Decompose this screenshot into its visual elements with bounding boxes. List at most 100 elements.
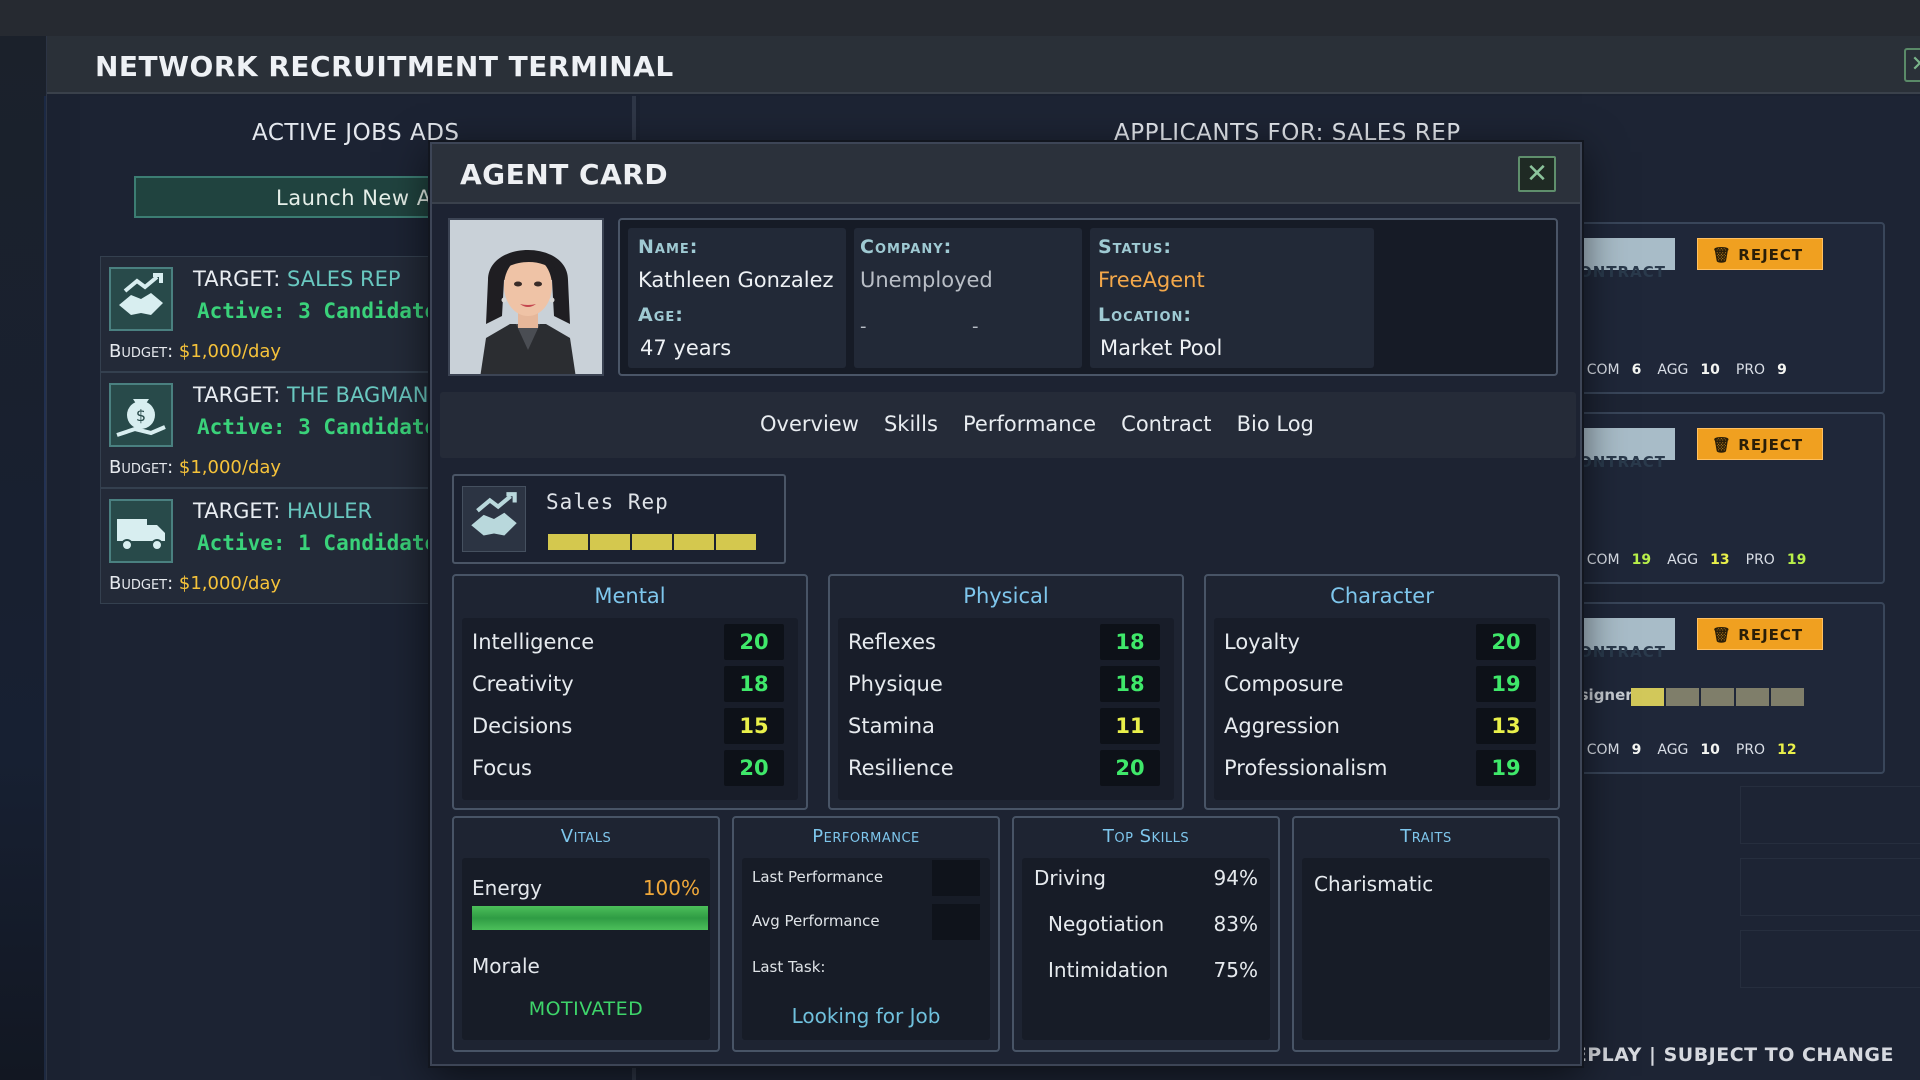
launch-new-ad-button[interactable]: Launch New Ad <box>134 176 474 218</box>
attribute-row: Aggression 13 <box>1214 706 1550 748</box>
attribute-name: Focus <box>472 756 532 780</box>
attribute-value: 13 <box>1476 708 1536 744</box>
attribute-name: Aggression <box>1224 714 1340 738</box>
traits-content: Charismatic <box>1302 858 1550 1040</box>
company-detail-a: - <box>860 316 867 337</box>
status-label: Status: <box>1098 236 1172 258</box>
character-title: Character <box>1330 584 1434 608</box>
attribute-row: Professionalism 19 <box>1214 748 1550 790</box>
agent-card-modal: AGENT CARD ✕ Name: Kathleen Gonzalez Age… <box>430 142 1582 1066</box>
applicant-card[interactable]: R CONTRACT 🗑 REJECT Designer 3COM9AGG10P… <box>1555 602 1885 774</box>
energy-bar-fill <box>472 906 708 930</box>
attribute-row: Intelligence 20 <box>462 622 798 664</box>
terminal-title: NETWORK RECRUITMENT TERMINAL <box>95 50 674 83</box>
attribute-row: Decisions 15 <box>462 706 798 748</box>
attribute-name: Loyalty <box>1224 630 1300 654</box>
agent-name: Kathleen Gonzalez <box>638 268 834 292</box>
reject-button[interactable]: 🗑 REJECT <box>1697 428 1823 460</box>
physical-panel: Physical Reflexes 18 Physique 18 Stamina 11… <box>828 574 1184 810</box>
attribute-value: 15 <box>724 708 784 744</box>
reject-button[interactable]: 🗑 REJECT <box>1697 238 1823 270</box>
trash-icon: 🗑 <box>1712 436 1733 454</box>
morale-label: Morale <box>472 954 540 978</box>
job-active-count: Active: 3 Candidates <box>197 299 450 323</box>
physical-title: Physical <box>963 584 1049 608</box>
job-active-count: Active: 3 Candidates <box>197 415 450 439</box>
age-label: Age: <box>638 304 684 326</box>
close-icon[interactable]: ✕ <box>1518 156 1556 192</box>
skill-name: Driving <box>1034 866 1106 890</box>
handshake-icon <box>109 267 173 331</box>
terminal-header: NETWORK RECRUITMENT TERMINAL ✕ <box>47 36 1920 94</box>
truck-icon <box>109 499 173 563</box>
attribute-name: Creativity <box>472 672 574 696</box>
agent-location: Market Pool <box>1100 336 1223 360</box>
job-active-count: Active: 1 Candidates <box>197 531 450 555</box>
physical-list: Reflexes 18 Physique 18 Stamina 11 Resilien… <box>838 618 1174 800</box>
attribute-name: Composure <box>1224 672 1344 696</box>
attribute-row: Stamina 11 <box>838 706 1174 748</box>
attribute-row: Composure 19 <box>1214 664 1550 706</box>
agent-age: 47 years <box>640 336 732 360</box>
job-target: TARGET: SALES REP <box>193 267 401 291</box>
attribute-row: Focus 20 <box>462 748 798 790</box>
applicant-stats: 3COM9AGG10PRO12 <box>1561 742 1797 758</box>
energy-percent: 100% <box>642 876 700 900</box>
applicant-stats: 0COM19AGG13PRO19 <box>1561 552 1807 568</box>
tab-performance[interactable]: Performance <box>963 412 1096 436</box>
attribute-row: Physique 18 <box>838 664 1174 706</box>
tab-contract[interactable]: Contract <box>1121 412 1211 436</box>
skill-name: Intimidation <box>1048 958 1169 982</box>
name-age-cell: Name: Kathleen Gonzalez Age: 47 years <box>628 228 846 368</box>
tab-bio-log[interactable]: Bio Log <box>1237 412 1314 436</box>
attribute-name: Decisions <box>472 714 573 738</box>
skill-percent: 83% <box>1213 912 1258 936</box>
tab-skills[interactable]: Skills <box>884 412 938 436</box>
applicant-card[interactable]: R CONTRACT 🗑 REJECT 0COM19AGG13PRO19 <box>1555 412 1885 584</box>
terminal-close-icon[interactable]: ✕ <box>1904 48 1920 82</box>
attribute-name: Intelligence <box>472 630 595 654</box>
vitals-content: Energy 100% Morale MOTIVATED <box>462 858 710 1040</box>
tab-overview[interactable]: Overview <box>760 412 859 436</box>
skill-row: Intimidation 75% <box>1034 958 1258 982</box>
attribute-value: 20 <box>1100 750 1160 786</box>
last-performance-value <box>932 860 980 896</box>
status-cell: Status: FreeAgent Location: Market Pool <box>1090 228 1374 368</box>
agent-info: Name: Kathleen Gonzalez Age: 47 years Co… <box>618 218 1558 376</box>
skill-name: Negotiation <box>1048 912 1165 936</box>
applicant-card[interactable]: R CONTRACT 🗑 REJECT 7COM6AGG10PRO9 <box>1555 222 1885 394</box>
performance-title: Performance <box>812 826 920 847</box>
attribute-row: Loyalty 20 <box>1214 622 1550 664</box>
top-skills-content: Driving 94% Negotiation 83% Intimidation 75… <box>1022 858 1270 1040</box>
modal-header: AGENT CARD ✕ <box>432 144 1580 204</box>
applicant-stats: 7COM6AGG10PRO9 <box>1561 362 1787 378</box>
attribute-name: Resilience <box>848 756 954 780</box>
skill-percent: 94% <box>1213 866 1258 890</box>
attribute-name: Professionalism <box>1224 756 1388 780</box>
skill-row: Negotiation 83% <box>1034 912 1258 936</box>
attribute-row: Resilience 20 <box>838 748 1174 790</box>
top-skills-title: Top Skills <box>1102 826 1190 847</box>
role-level-bar <box>548 534 758 550</box>
avg-performance-label: Avg Performance <box>752 912 880 930</box>
job-budget: Budget: $1,000/day <box>109 341 282 362</box>
performance-content: Last Performance Avg Performance Last Ta… <box>742 858 990 1040</box>
mental-list: Intelligence 20 Creativity 18 Decisions 15 … <box>462 618 798 800</box>
attribute-name: Reflexes <box>848 630 936 654</box>
attribute-value: 20 <box>724 750 784 786</box>
attribute-value: 19 <box>1476 666 1536 702</box>
job-budget: Budget: $1,000/day <box>109 457 282 478</box>
traits-panel: Traits Charismatic <box>1292 816 1560 1052</box>
role-badge: Sales Rep <box>452 474 786 564</box>
svg-text:$: $ <box>136 406 146 425</box>
location-label: Location: <box>1098 304 1192 326</box>
attribute-value: 11 <box>1100 708 1160 744</box>
background-ad-list <box>1740 786 1920 1002</box>
morale-value: MOTIVATED <box>528 998 644 1020</box>
job-budget: Budget: $1,000/day <box>109 573 282 594</box>
trait-item: Charismatic <box>1314 872 1434 896</box>
attribute-name: Stamina <box>848 714 935 738</box>
agent-company: Unemployed <box>860 268 993 292</box>
reject-button[interactable]: 🗑 REJECT <box>1697 618 1823 650</box>
vitals-panel: Vitals Energy 100% Morale MOTIVATED <box>452 816 720 1052</box>
